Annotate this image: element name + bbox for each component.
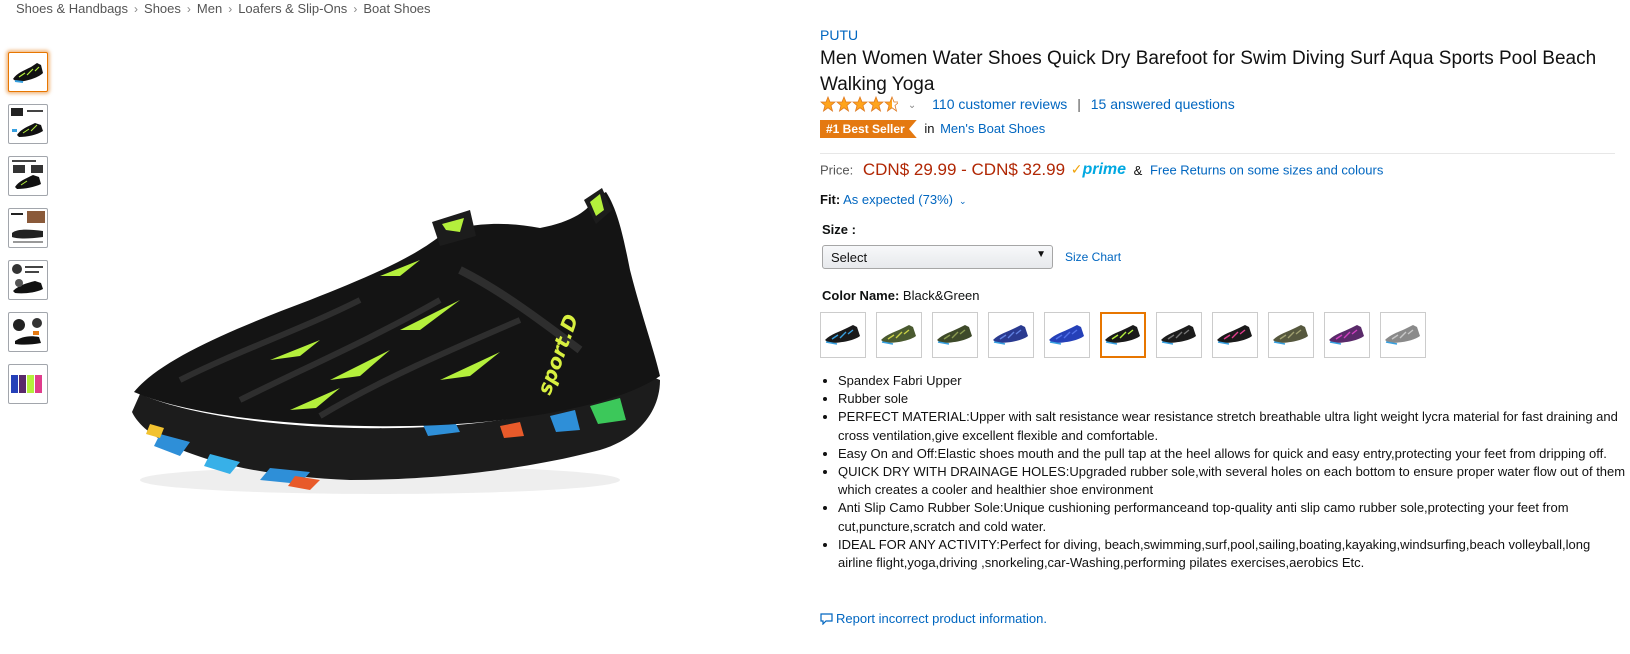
answered-questions-link[interactable]: 15 answered questions bbox=[1091, 96, 1235, 112]
size-dropdown[interactable]: Select ▼ bbox=[822, 245, 1053, 269]
color-swatch-purple[interactable] bbox=[1324, 312, 1370, 358]
resistance-thumbnail-icon bbox=[12, 264, 43, 294]
breadcrumb-item-shoes-handbags[interactable]: Shoes & Handbags bbox=[16, 1, 128, 16]
breadcrumb-separator: › bbox=[134, 2, 139, 16]
fit-label: Fit: bbox=[820, 192, 841, 207]
sole-thumbnail-icon bbox=[11, 211, 45, 243]
thumbnail-6[interactable] bbox=[8, 312, 48, 352]
feature-thumbnail-icon bbox=[11, 108, 43, 137]
shoe-swatch-icon bbox=[1049, 325, 1084, 345]
fit-value-link[interactable]: As expected (73%) bbox=[843, 192, 953, 207]
shoe-swatch-icon bbox=[1105, 325, 1140, 345]
color-swatch-army-green[interactable] bbox=[932, 312, 978, 358]
customer-reviews-link[interactable]: 110 customer reviews bbox=[932, 96, 1067, 112]
shoe-swatch-icon bbox=[1385, 325, 1420, 345]
fit-row: Fit: As expected (73%) ⌄ bbox=[820, 192, 967, 207]
color-name-value: Black&Green bbox=[902, 288, 980, 303]
color-name-row: Color Name: Black&Green bbox=[822, 288, 980, 303]
image-thumbnail-strip bbox=[8, 52, 48, 416]
report-incorrect-info-link[interactable]: Report incorrect product information. bbox=[820, 611, 1047, 628]
shoe-swatch-icon bbox=[1217, 325, 1252, 345]
main-product-image[interactable]: sport.D bbox=[120, 180, 680, 520]
report-link-text: Report incorrect product information. bbox=[836, 611, 1047, 626]
thumbnail-2[interactable] bbox=[8, 104, 48, 144]
breadcrumb-item-shoes[interactable]: Shoes bbox=[144, 1, 181, 16]
breadcrumb-item-boat-shoes[interactable]: Boat Shoes bbox=[363, 1, 430, 16]
color-swatch-black-green[interactable] bbox=[1100, 312, 1146, 358]
rating-chevron-icon[interactable]: ⌄ bbox=[908, 100, 916, 111]
feature-bullet: IDEAL FOR ANY ACTIVITY:Perfect for divin… bbox=[838, 536, 1628, 572]
shoe-thumbnail-icon bbox=[13, 63, 43, 83]
fit-chevron-icon[interactable]: ⌄ bbox=[959, 196, 967, 206]
color-swatch-grey[interactable] bbox=[1380, 312, 1426, 358]
prime-logo-icon: ✓prime bbox=[1070, 161, 1127, 178]
best-seller-badge[interactable]: #1 Best Seller bbox=[820, 120, 917, 138]
color-swatch-olive-camo[interactable] bbox=[1268, 312, 1314, 358]
best-seller-category-link[interactable]: Men's Boat Shoes bbox=[940, 121, 1045, 136]
best-seller-row: #1 Best Seller in Men's Boat Shoes bbox=[820, 120, 1045, 138]
price-label: Price: bbox=[820, 162, 854, 178]
breadcrumb-item-loafers[interactable]: Loafers & Slip-Ons bbox=[238, 1, 347, 16]
feature-bullet: Rubber sole bbox=[838, 390, 1628, 408]
thumbnail-4[interactable] bbox=[8, 208, 48, 248]
upper-thumbnail-icon bbox=[12, 160, 43, 189]
thumbnail-7[interactable] bbox=[8, 364, 48, 404]
price-row: Price: CDN$ 29.99 - CDN$ 32.99 ✓prime & … bbox=[820, 160, 1383, 180]
rating-row: ⌄ 110 customer reviews | 15 answered que… bbox=[819, 95, 1235, 115]
shoe-swatch-icon bbox=[1161, 325, 1196, 345]
breadcrumb-separator: › bbox=[228, 2, 233, 16]
feature-bullet: Anti Slip Camo Rubber Sole:Unique cushio… bbox=[838, 499, 1628, 535]
price-range: CDN$ 29.99 - CDN$ 32.99 bbox=[862, 160, 1066, 179]
shoe-swatch-icon bbox=[1329, 325, 1364, 345]
thumbnail-5[interactable] bbox=[8, 260, 48, 300]
shoe-swatch-icon bbox=[825, 325, 860, 345]
color-swatch-camo-green[interactable] bbox=[876, 312, 922, 358]
shoe-swatch-icon bbox=[1273, 325, 1308, 345]
shoe-swatch-icon bbox=[881, 325, 916, 345]
color-swatch-black-pink[interactable] bbox=[1212, 312, 1258, 358]
thumbnail-1[interactable] bbox=[8, 52, 48, 92]
divider bbox=[820, 153, 1615, 154]
feature-bullet: Spandex Fabri Upper bbox=[838, 372, 1628, 390]
breadcrumb-separator: › bbox=[186, 2, 191, 16]
separator: | bbox=[1077, 96, 1081, 113]
color-name-label: Color Name: bbox=[822, 288, 900, 303]
breadcrumb: Shoes & Handbags › Shoes › Men › Loafers & Sli… bbox=[16, 1, 431, 16]
color-swatch-list bbox=[820, 312, 1436, 358]
shoe-swatch-icon bbox=[937, 325, 972, 345]
feature-bullet-list: Spandex Fabri UpperRubber solePERFECT MA… bbox=[820, 372, 1628, 572]
feature-bullet: PERFECT MATERIAL:Upper with salt resista… bbox=[838, 408, 1628, 444]
free-returns-link[interactable]: Free Returns on some sizes and colours bbox=[1150, 163, 1383, 178]
size-chart-link[interactable]: Size Chart bbox=[1065, 250, 1121, 264]
breadcrumb-separator: › bbox=[353, 2, 358, 16]
shoe-swatch-icon bbox=[993, 325, 1028, 345]
feature-bullet: Easy On and Off:Elastic shoes mouth and … bbox=[838, 445, 1628, 463]
color-swatch-black-multicolor[interactable] bbox=[820, 312, 866, 358]
price-amp: & bbox=[1133, 162, 1143, 178]
size-dropdown-value: Select bbox=[831, 250, 868, 265]
star-rating-icon[interactable] bbox=[819, 95, 901, 115]
dropdown-arrow-icon: ▼ bbox=[1036, 249, 1046, 260]
best-seller-in-text: in bbox=[924, 121, 935, 136]
breadcrumb-item-men[interactable]: Men bbox=[197, 1, 222, 16]
color-swatch-blue-camo[interactable] bbox=[988, 312, 1034, 358]
lifestyle-thumbnail-icon bbox=[13, 318, 42, 345]
speech-bubble-icon bbox=[820, 613, 833, 628]
size-label: Size : bbox=[822, 222, 856, 237]
color-swatch-royal-blue[interactable] bbox=[1044, 312, 1090, 358]
thumbnail-3[interactable] bbox=[8, 156, 48, 196]
product-title: Men Women Water Shoes Quick Dry Barefoot… bbox=[820, 48, 1597, 95]
color-variants-thumbnail-icon bbox=[11, 375, 42, 393]
brand-link[interactable]: PUTU bbox=[820, 27, 858, 43]
feature-bullet: QUICK DRY WITH DRAINAGE HOLES:Upgraded r… bbox=[838, 463, 1628, 499]
color-swatch-black-grey[interactable] bbox=[1156, 312, 1202, 358]
